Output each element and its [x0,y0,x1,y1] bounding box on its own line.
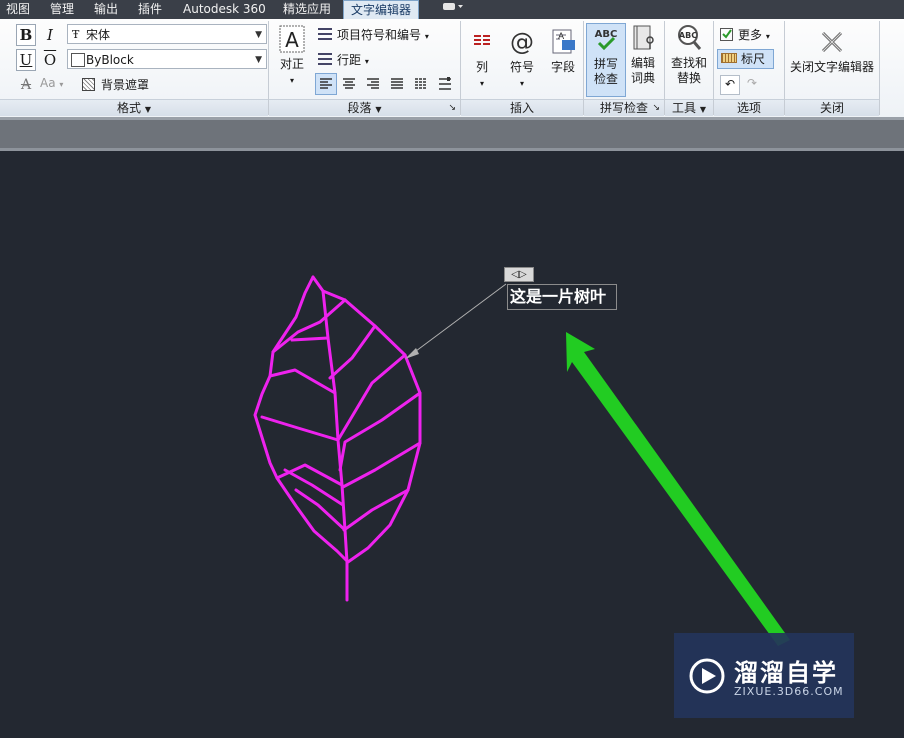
text-width-grip[interactable]: ◁▷ [504,267,534,282]
leaf-vein [341,441,422,489]
leader-arrow[interactable] [405,283,507,359]
watermark-url: ZIXUE.3D66.COM [734,685,844,698]
watermark-brand: 溜溜自学 [734,659,838,687]
leaf-vein [260,415,340,442]
leaf-vein [268,368,337,395]
leaf-drawing[interactable] [253,275,422,602]
mtext-editor-box[interactable]: 这是一片树叶 [507,284,617,310]
green-arrow-icon [566,332,790,646]
play-logo-icon [689,658,725,694]
drawing-layer [253,275,790,646]
leaf-vein [338,391,422,472]
leaf-vein [271,298,347,354]
leaf-vein [328,324,377,380]
watermark: 溜溜自学 ZIXUE.3D66.COM [674,633,854,718]
leaf-vein [283,468,345,507]
leaf-vein [294,488,347,532]
leaf-vein [290,336,330,342]
